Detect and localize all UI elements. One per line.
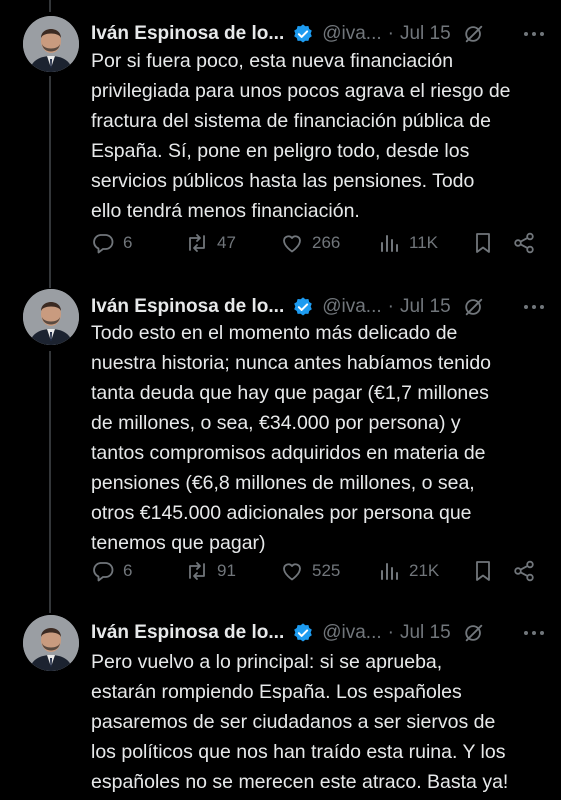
views-icon: [381, 235, 398, 252]
avatar[interactable]: [23, 16, 79, 72]
tweet-text: Todo esto en el momento más delicado de …: [91, 322, 492, 554]
reply-count: 6: [123, 561, 133, 580]
repost-icon: [189, 234, 205, 252]
reply-button[interactable]: 6: [91, 228, 132, 258]
like-icon: [283, 235, 301, 253]
tweet-date[interactable]: Jul 15: [400, 622, 451, 644]
like-button[interactable]: 266: [280, 228, 340, 258]
separator: ·: [387, 622, 394, 643]
tweet-header: Iván Espinosa de lo... @iva... · Jul 15: [91, 620, 547, 646]
tweet-date[interactable]: Jul 15: [400, 296, 451, 318]
bookmark-button[interactable]: [471, 228, 495, 258]
like-icon: [283, 563, 301, 581]
like-count: 525: [312, 561, 341, 580]
author-name[interactable]: Iván Espinosa de lo...: [91, 296, 284, 318]
share-button[interactable]: [512, 556, 536, 586]
verified-badge-icon: [294, 24, 313, 43]
repost-icon: [189, 562, 205, 580]
repost-button[interactable]: 47: [185, 228, 236, 258]
thread-line: [49, 351, 51, 613]
separator: ·: [387, 296, 394, 317]
verified-badge-icon: [294, 297, 313, 316]
share-icon: [514, 232, 534, 254]
tweet-header: Iván Espinosa de lo... @iva... · Jul 15: [91, 21, 547, 47]
verified-badge-icon: [294, 623, 313, 642]
tweet-actions: 6 91 525 21K: [91, 556, 546, 586]
repost-count: 47: [217, 233, 236, 252]
more-icon[interactable]: [521, 622, 547, 644]
author-name[interactable]: Iván Espinosa de lo...: [91, 622, 284, 644]
avatar[interactable]: [23, 615, 79, 671]
more-icon[interactable]: [521, 23, 547, 45]
views-count: 11K: [409, 233, 438, 252]
share-button[interactable]: [512, 228, 536, 258]
share-icon: [514, 560, 534, 582]
grok-icon[interactable]: [463, 23, 485, 45]
tweet-header: Iván Espinosa de lo... @iva... · Jul 15: [91, 294, 547, 320]
reply-icon: [93, 562, 114, 582]
like-button[interactable]: 525: [280, 556, 340, 586]
tweet-text: Por si fuera poco, esta nueva financiaci…: [91, 50, 511, 222]
repost-button[interactable]: 91: [185, 556, 236, 586]
repost-count: 91: [217, 561, 236, 580]
tweet-actions: 6 47 266 11K: [91, 228, 546, 258]
bookmark-icon: [476, 233, 490, 253]
author-handle[interactable]: @iva...: [322, 296, 381, 318]
reply-button[interactable]: 6: [91, 556, 132, 586]
grok-icon[interactable]: [463, 296, 485, 318]
views-count: 21K: [409, 561, 440, 580]
tweet-text: Pero vuelvo a lo principal: si se aprueb…: [91, 651, 509, 793]
reply-icon: [93, 234, 114, 254]
thread-line: [49, 0, 51, 12]
author-name[interactable]: Iván Espinosa de lo...: [91, 23, 284, 45]
like-count: 266: [312, 233, 341, 252]
bookmark-icon: [476, 561, 490, 581]
tweet-date[interactable]: Jul 15: [400, 23, 451, 45]
thread-line: [49, 76, 51, 288]
timeline: Iván Espinosa de lo... @iva... · Jul 15 …: [0, 0, 561, 800]
bookmark-button[interactable]: [471, 556, 495, 586]
views-icon: [381, 563, 398, 580]
separator: ·: [387, 23, 394, 44]
reply-count: 6: [123, 233, 133, 252]
avatar[interactable]: [23, 289, 79, 345]
views-button[interactable]: 21K: [377, 556, 439, 586]
more-icon[interactable]: [521, 296, 547, 318]
views-button[interactable]: 11K: [377, 228, 438, 258]
author-handle[interactable]: @iva...: [322, 23, 381, 45]
author-handle[interactable]: @iva...: [322, 622, 381, 644]
grok-icon[interactable]: [463, 622, 485, 644]
